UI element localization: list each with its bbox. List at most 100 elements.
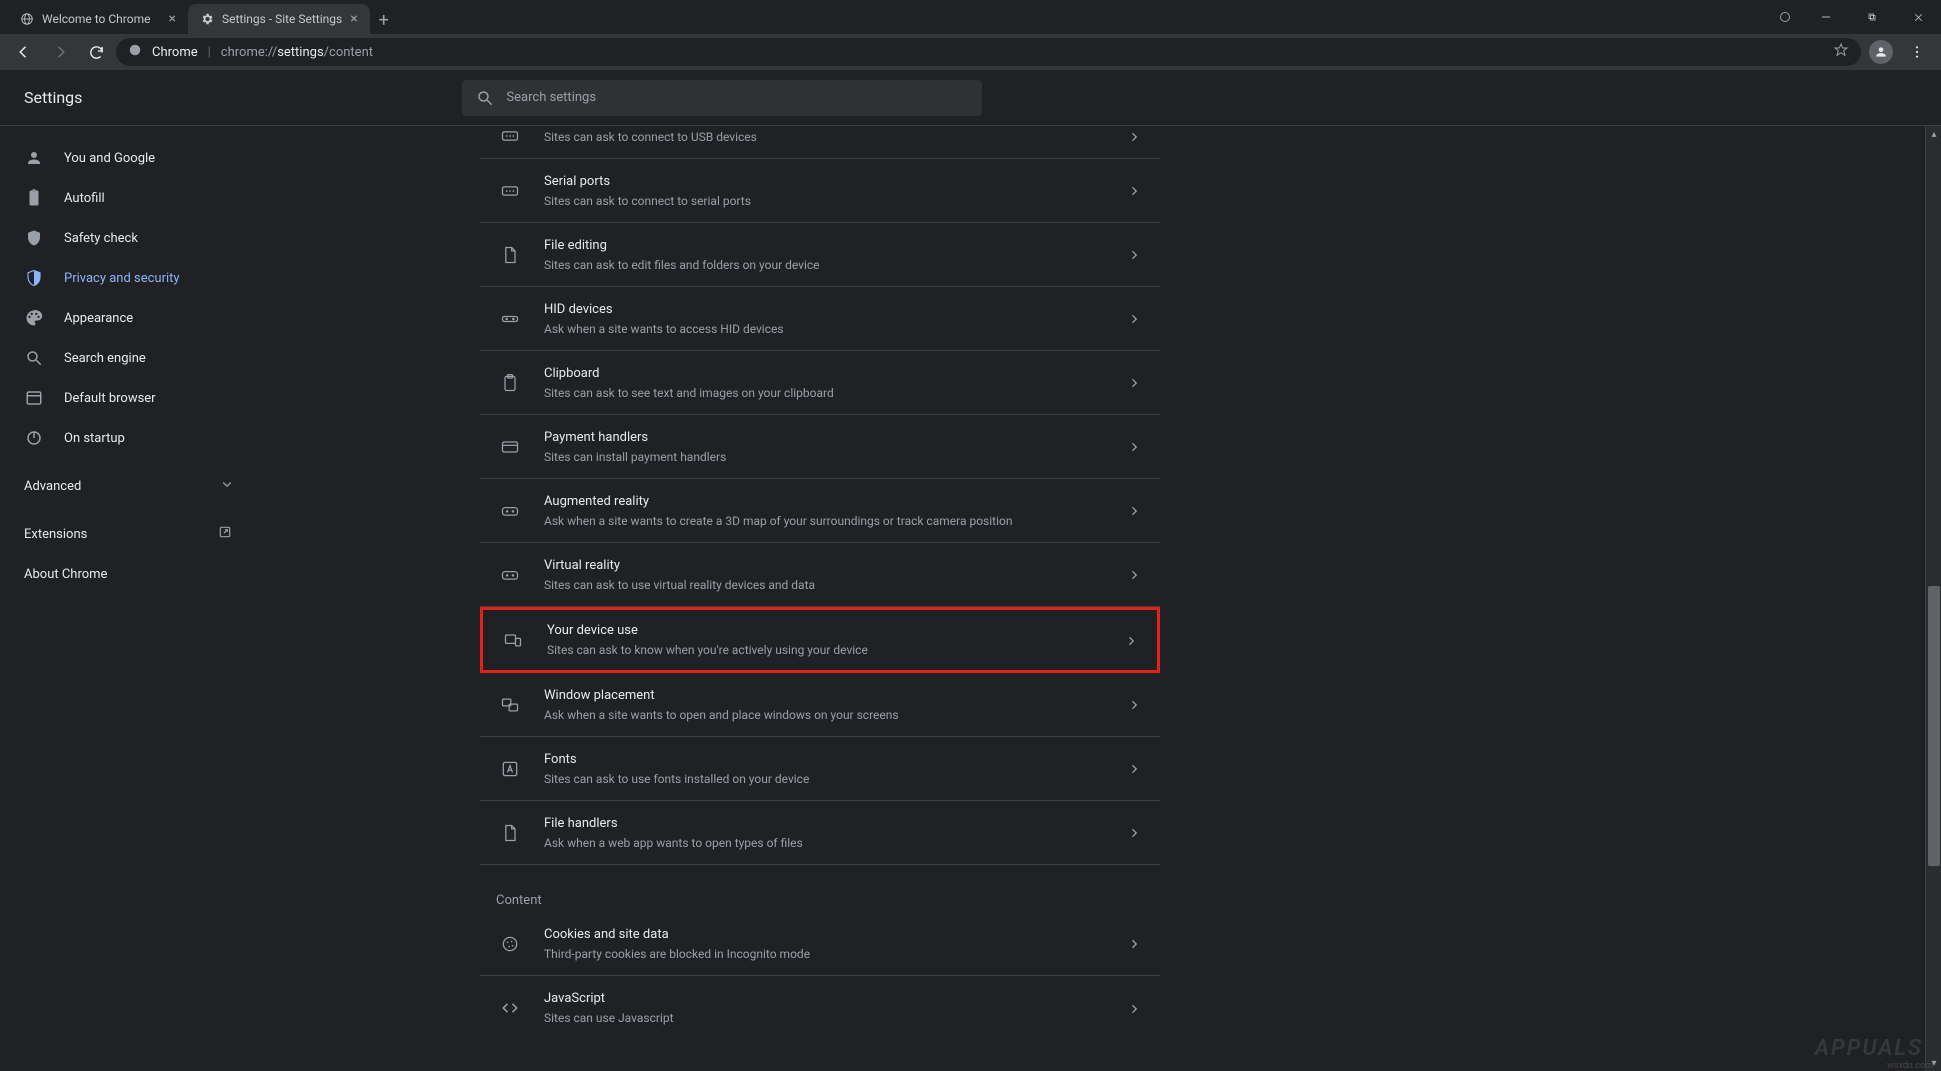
sidebar-extensions[interactable]: Extensions xyxy=(0,514,256,554)
code-icon xyxy=(496,998,524,1018)
reload-button[interactable] xyxy=(80,36,112,68)
bookmark-star-icon[interactable] xyxy=(1833,42,1849,62)
sidebar-item-privacy[interactable]: Privacy and security xyxy=(0,258,256,298)
chevron-right-icon xyxy=(1130,245,1140,264)
tab-label: Settings - Site Settings xyxy=(222,12,342,26)
font-icon xyxy=(496,759,524,779)
sidebar-about[interactable]: About Chrome xyxy=(0,554,256,594)
chevron-right-icon xyxy=(1130,373,1140,392)
external-link-icon xyxy=(218,525,232,543)
serial-icon xyxy=(496,181,524,201)
search-icon xyxy=(24,349,44,367)
section-label-content: Content xyxy=(480,865,1160,912)
tab-settings[interactable]: Settings - Site Settings × xyxy=(188,4,370,34)
card-icon xyxy=(496,437,524,457)
setting-row-file-handlers[interactable]: File handlersAsk when a web app wants to… xyxy=(480,801,1160,865)
settings-sidebar: You and Google Autofill Safety check Pri… xyxy=(0,126,256,1071)
page-title: Settings xyxy=(24,88,82,107)
sidebar-item-appearance[interactable]: Appearance xyxy=(0,298,256,338)
file-icon xyxy=(496,245,524,265)
sidebar-item-label: Privacy and security xyxy=(64,271,180,286)
person-icon xyxy=(24,149,44,167)
url-chip: Chrome xyxy=(152,45,198,60)
window-controls xyxy=(1767,0,1941,34)
setting-row-javascript[interactable]: JavaScriptSites can use Javascript xyxy=(480,976,1160,1040)
scroll-up-button[interactable]: ▴ xyxy=(1926,126,1941,142)
new-tab-button[interactable]: + xyxy=(370,6,398,34)
sidebar-item-default-browser[interactable]: Default browser xyxy=(0,378,256,418)
chevron-right-icon xyxy=(1130,181,1140,200)
chevron-right-icon xyxy=(1130,565,1140,584)
sidebar-item-label: Autofill xyxy=(64,191,105,206)
setting-row-file-editing[interactable]: File editingSites can ask to edit files … xyxy=(480,223,1160,287)
close-window-button[interactable] xyxy=(1895,0,1941,34)
close-icon[interactable]: × xyxy=(350,11,357,27)
content-area: Sites can ask to connect to USB devices … xyxy=(256,126,1941,1071)
search-icon xyxy=(476,89,494,107)
titlebar: Welcome to Chrome × Settings - Site Sett… xyxy=(0,0,1941,34)
tab-welcome[interactable]: Welcome to Chrome × xyxy=(8,4,188,34)
vr-icon xyxy=(496,565,524,585)
scroll-down-button[interactable]: ▾ xyxy=(1926,1055,1941,1071)
vr-icon xyxy=(496,501,524,521)
shield-icon xyxy=(24,229,44,247)
browser-toolbar: Chrome | chrome://settings/content xyxy=(0,34,1941,70)
sidebar-item-label: On startup xyxy=(64,431,125,446)
sidebar-item-label: Appearance xyxy=(64,311,133,326)
setting-row-clipboard[interactable]: ClipboardSites can ask to see text and i… xyxy=(480,351,1160,415)
chevron-down-icon xyxy=(222,479,232,494)
sidebar-item-safety-check[interactable]: Safety check xyxy=(0,218,256,258)
usb-icon xyxy=(496,126,524,146)
site-info-icon[interactable] xyxy=(128,43,142,61)
settings-header: Settings xyxy=(0,70,1941,126)
account-indicator-icon[interactable] xyxy=(1767,12,1803,22)
setting-row-virtual-reality[interactable]: Virtual realitySites can ask to use virt… xyxy=(480,543,1160,607)
setting-row-fonts[interactable]: FontsSites can ask to use fonts installe… xyxy=(480,737,1160,801)
forward-button[interactable] xyxy=(44,36,76,68)
chevron-right-icon xyxy=(1130,999,1140,1018)
sidebar-item-autofill[interactable]: Autofill xyxy=(0,178,256,218)
close-icon[interactable]: × xyxy=(169,11,176,27)
chevron-right-icon xyxy=(1127,631,1137,650)
chevron-right-icon xyxy=(1130,437,1140,456)
setting-row-serial-ports[interactable]: Serial portsSites can ask to connect to … xyxy=(480,159,1160,223)
sidebar-item-on-startup[interactable]: On startup xyxy=(0,418,256,458)
chrome-menu-button[interactable] xyxy=(1901,36,1933,68)
setting-row-hid-devices[interactable]: HID devicesAsk when a site wants to acce… xyxy=(480,287,1160,351)
sidebar-item-label: Search engine xyxy=(64,351,146,366)
hid-icon xyxy=(496,309,524,329)
sidebar-item-you-and-google[interactable]: You and Google xyxy=(0,138,256,178)
setting-row-augmented-reality[interactable]: Augmented realityAsk when a site wants t… xyxy=(480,479,1160,543)
search-input[interactable] xyxy=(506,90,968,105)
setting-row-usb[interactable]: Sites can ask to connect to USB devices xyxy=(480,126,1160,159)
minimize-button[interactable] xyxy=(1803,0,1849,34)
tab-label: Welcome to Chrome xyxy=(42,12,161,26)
sidebar-item-label: Default browser xyxy=(64,391,156,406)
sidebar-item-search-engine[interactable]: Search engine xyxy=(0,338,256,378)
search-settings[interactable] xyxy=(462,80,982,116)
chevron-right-icon xyxy=(1130,127,1140,146)
setting-row-window-placement[interactable]: Window placementAsk when a site wants to… xyxy=(480,673,1160,737)
setting-row-cookies[interactable]: Cookies and site dataThird-party cookies… xyxy=(480,912,1160,976)
back-button[interactable] xyxy=(8,36,40,68)
clipboard-icon xyxy=(24,189,44,207)
power-icon xyxy=(24,429,44,447)
profile-avatar[interactable] xyxy=(1865,36,1897,68)
setting-row-your-device-use[interactable]: Your device useSites can ask to know whe… xyxy=(480,607,1160,673)
address-bar[interactable]: Chrome | chrome://settings/content xyxy=(116,38,1861,66)
placement-icon xyxy=(496,695,524,715)
devices-icon xyxy=(499,630,527,650)
vertical-scrollbar[interactable]: ▴ ▾ xyxy=(1925,126,1941,1071)
chevron-right-icon xyxy=(1130,695,1140,714)
shield-half-icon xyxy=(24,269,44,287)
setting-row-payment-handlers[interactable]: Payment handlersSites can install paymen… xyxy=(480,415,1160,479)
cookie-icon xyxy=(496,934,524,954)
clipboard-icon xyxy=(496,373,524,393)
sidebar-item-label: Safety check xyxy=(64,231,138,246)
sidebar-advanced-toggle[interactable]: Advanced xyxy=(0,466,256,506)
maximize-button[interactable] xyxy=(1849,0,1895,34)
scroll-thumb[interactable] xyxy=(1928,586,1940,866)
gear-icon xyxy=(200,12,214,26)
window-icon xyxy=(24,389,44,407)
chevron-right-icon xyxy=(1130,823,1140,842)
